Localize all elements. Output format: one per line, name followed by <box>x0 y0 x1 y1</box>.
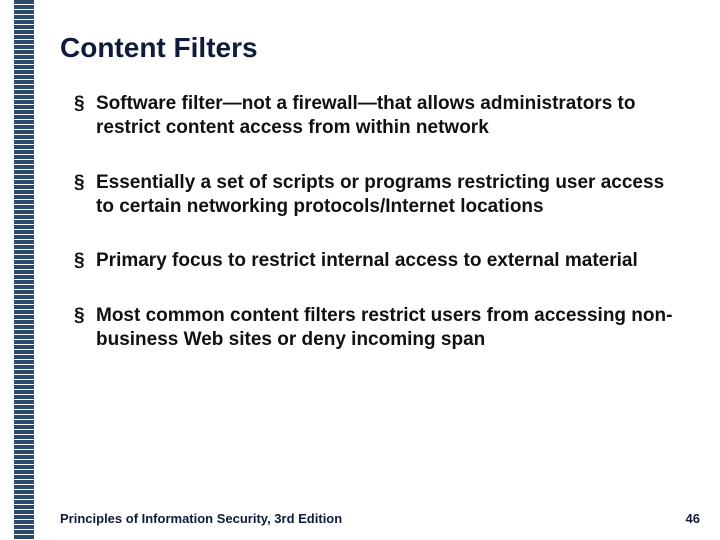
bullet-item: Most common content filters restrict use… <box>74 304 680 353</box>
footer: Principles of Information Security, 3rd … <box>60 511 700 526</box>
page-number: 46 <box>686 511 700 526</box>
slide-title: Content Filters <box>60 32 680 64</box>
footer-text: Principles of Information Security, 3rd … <box>60 511 342 526</box>
slide-container: Content Filters Software filter—not a fi… <box>0 0 720 540</box>
bullet-list: Software filter—not a firewall—that allo… <box>60 92 680 352</box>
bullet-item: Essentially a set of scripts or programs… <box>74 171 680 220</box>
bullet-item: Software filter—not a firewall—that allo… <box>74 92 680 141</box>
bullet-item: Primary focus to restrict internal acces… <box>74 249 680 273</box>
